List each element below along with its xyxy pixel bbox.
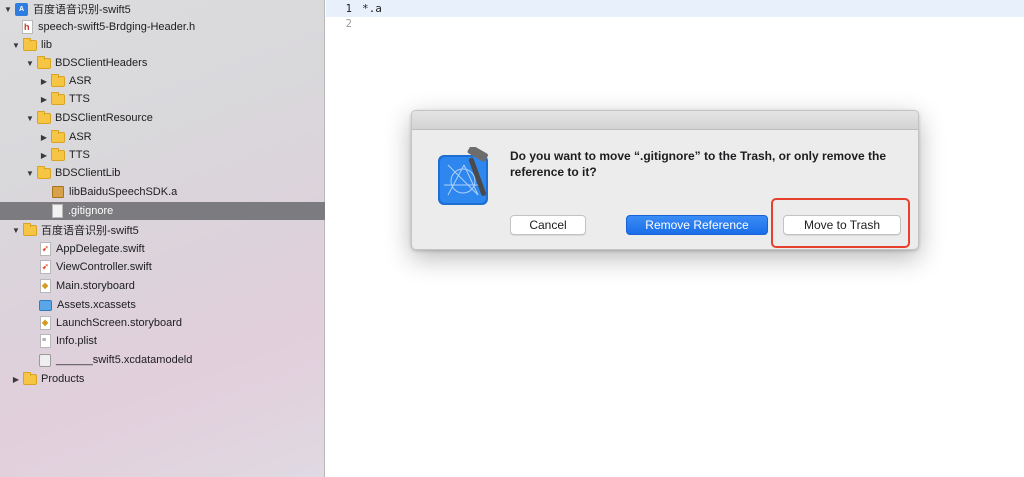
folder-icon [51,148,65,161]
plist-file-icon: ≡ [40,334,51,348]
tree-row-label: ViewController.swift [56,261,152,273]
move-to-trash-dialog: Do you want to move “.gitignore” to the … [411,110,919,250]
tree-row-infoplist[interactable]: ≡ Info.plist [0,332,325,350]
tree-row-label: BDSClientResource [55,112,153,124]
disclosure-expanded-icon[interactable]: ▼ [24,164,36,182]
disclosure-collapsed-icon[interactable]: ▶ [10,370,22,388]
line-number: 1 [345,2,352,15]
move-to-trash-button[interactable]: Move to Trash [783,215,901,235]
tree-row-label: BDSClientLib [55,167,121,179]
tree-row-label: TTS [69,149,90,161]
line-number: 2 [345,17,352,30]
tree-row-main-storyboard[interactable]: ◆ Main.storyboard [0,277,325,295]
disclosure-collapsed-icon[interactable]: ▶ [38,72,50,90]
tree-row-label: Info.plist [56,335,97,347]
tree-row-appdelegate[interactable]: ➹ AppDelegate.swift [0,240,325,258]
folder-icon [23,38,37,51]
tree-row-label: speech-swift5-Brdging-Header.h [38,21,196,33]
swift-file-icon: ➹ [40,242,51,256]
disclosure-collapsed-icon[interactable]: ▶ [38,128,50,146]
header-file-icon: h [22,20,33,34]
remove-reference-button[interactable]: Remove Reference [626,215,768,235]
disclosure-expanded-icon[interactable]: ▼ [10,36,22,54]
line-code[interactable]: *.a [362,2,382,15]
dialog-titlebar[interactable] [412,111,918,130]
storyboard-file-icon: ◆ [40,316,51,330]
tree-row-label: lib [41,39,53,51]
cancel-button[interactable]: Cancel [510,215,586,235]
tree-row-products[interactable]: ▶ Products [0,370,325,388]
project-icon: A [15,2,28,16]
tree-row-label: .gitignore [68,205,114,217]
tree-row-app-group[interactable]: ▼ 百度语音识别-swift5 [0,221,325,239]
tree-row-bdsclientresource[interactable]: ▼ BDSClientResource [0,109,325,127]
tree-row-label: LaunchScreen.storyboard [56,317,182,329]
folder-icon [23,372,37,385]
text-file-icon [52,204,63,218]
folder-icon [37,56,51,69]
swift-file-icon: ➹ [40,260,51,274]
assets-catalog-icon [39,299,52,311]
tree-row-libbaiduspeechsdk[interactable]: libBaiduSpeechSDK.a [0,183,325,201]
tree-row-label: ASR [69,131,92,143]
tree-row-label: AppDelegate.swift [56,243,145,255]
storyboard-file-icon: ◆ [40,279,51,293]
tree-row-resource-tts[interactable]: ▶ TTS [0,146,325,164]
disclosure-expanded-icon[interactable]: ▼ [10,221,22,239]
data-model-icon [39,353,51,367]
disclosure-expanded-icon[interactable]: ▼ [24,54,36,72]
tree-row-lib[interactable]: ▼ lib [0,36,325,54]
disclosure-expanded-icon[interactable]: ▼ [2,0,14,18]
tree-row-headers-asr[interactable]: ▶ ASR [0,72,325,90]
tree-row-label: 百度语音识别-swift5 [41,225,139,237]
tree-row-project[interactable]: ▼ A 百度语音识别-swift5 [0,0,325,18]
tree-row-label: BDSClientHeaders [55,57,148,69]
tree-row-label: Main.storyboard [56,280,135,292]
tree-row-launchscreen[interactable]: ◆ LaunchScreen.storyboard [0,314,325,332]
folder-icon [37,166,51,179]
folder-icon [23,223,37,236]
tree-row-label: libBaiduSpeechSDK.a [69,186,178,198]
tree-row-label: ASR [69,75,92,87]
tree-row-bdsclientlib[interactable]: ▼ BDSClientLib [0,164,325,182]
tree-row-gitignore[interactable]: .gitignore [0,202,325,220]
tree-row-label: Products [41,373,85,385]
library-icon [52,186,64,198]
tree-row-viewcontroller[interactable]: ➹ ViewController.swift [0,258,325,276]
tree-row-datamodel[interactable]: ______swift5.xcdatamodeld [0,351,325,369]
folder-icon [51,74,65,87]
editor-line[interactable]: 2 [326,15,1024,32]
tree-row-bridging-header[interactable]: h speech-swift5-Brdging-Header.h [0,18,325,36]
tree-row-assets[interactable]: Assets.xcassets [0,296,325,314]
xcode-app-icon [438,147,488,205]
disclosure-expanded-icon[interactable]: ▼ [24,109,36,127]
project-navigator: ▼ A 百度语音识别-swift5 h speech-swift5-Brdgin… [0,0,325,477]
tree-row-label: TTS [69,93,90,105]
disclosure-collapsed-icon[interactable]: ▶ [38,146,50,164]
tree-row-bdsclientheaders[interactable]: ▼ BDSClientHeaders [0,54,325,72]
disclosure-collapsed-icon[interactable]: ▶ [38,90,50,108]
tree-row-label: Assets.xcassets [57,299,136,311]
tree-row-headers-tts[interactable]: ▶ TTS [0,90,325,108]
tree-row-label: ______swift5.xcdatamodeld [56,354,193,366]
folder-icon [51,92,65,105]
tree-row-label: 百度语音识别-swift5 [33,4,131,16]
dialog-message: Do you want to move “.gitignore” to the … [510,149,887,179]
folder-icon [37,111,51,124]
tree-row-resource-asr[interactable]: ▶ ASR [0,128,325,146]
folder-icon [51,130,65,143]
